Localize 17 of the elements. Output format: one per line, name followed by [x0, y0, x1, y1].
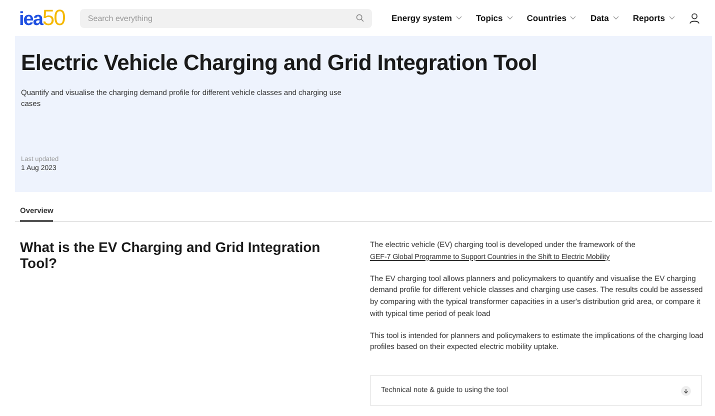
menu-item[interactable]: Topics [476, 12, 513, 24]
logo[interactable]: iea50 [19, 7, 65, 29]
chevron-icon [570, 16, 576, 20]
menu-item[interactable]: Countries [526, 12, 576, 24]
menu-item[interactable]: Reports [632, 12, 675, 24]
chevron-icon [612, 16, 619, 20]
search-field[interactable]: Search everything [80, 8, 372, 28]
page-title: Electric Vehicle Charging and Grid Integration Tool [21, 50, 538, 76]
menu-item[interactable]: Energy system [392, 12, 462, 24]
chevron-icon [506, 16, 513, 20]
chevron-icon [456, 16, 462, 20]
chevron-icon [669, 16, 675, 20]
arrow-icon [681, 386, 691, 396]
section-heading: What is the EV Charging and Grid Integration Tool? [20, 239, 322, 274]
menu-item[interactable]: Data [590, 12, 619, 24]
search-icon[interactable] [356, 14, 364, 22]
user-icon[interactable] [689, 12, 700, 24]
